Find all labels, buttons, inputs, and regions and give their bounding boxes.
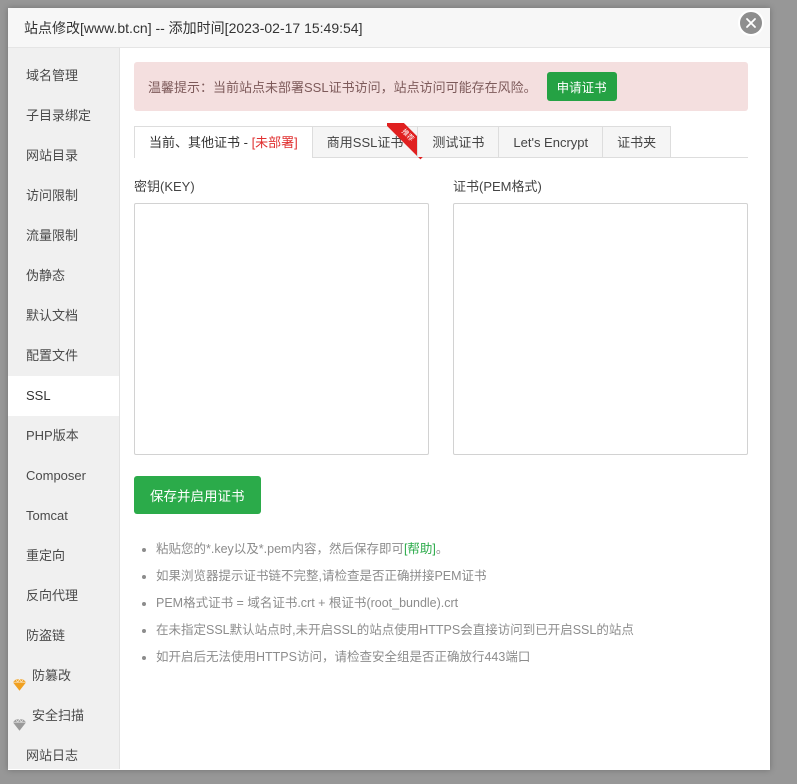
note-text: 如开启后无法使用HTTPS访问，请检查安全组是否正确放行443端口 bbox=[156, 650, 530, 664]
apply-certificate-button[interactable]: 申请证书 bbox=[547, 72, 617, 101]
help-link[interactable]: [帮助] bbox=[404, 542, 436, 556]
note-text: PEM格式证书 = 域名证书.crt + 根证书(root_bundle).cr… bbox=[156, 596, 458, 610]
sidebar-item-label: 防篡改 bbox=[32, 668, 71, 683]
cert-field-label: 证书(PEM格式) bbox=[453, 176, 748, 195]
page-title: 站点修改[www.bt.cn] -- 添加时间[2023-02-17 15:49… bbox=[24, 18, 362, 38]
tab-0[interactable]: 当前、其他证书 - [未部署] bbox=[134, 126, 313, 158]
tab-label: 商用SSL证书 bbox=[327, 135, 404, 150]
gem-icon bbox=[12, 709, 27, 724]
tab-status-badge: [未部署] bbox=[252, 135, 298, 150]
note-text: 如果浏览器提示证书链不完整,请检查是否正确拼接PEM证书 bbox=[156, 569, 487, 583]
sidebar-item-15[interactable]: 防篡改 bbox=[8, 656, 119, 696]
note-item: 粘贴您的*.key以及*.pem内容，然后保存即可[帮助]。 bbox=[156, 536, 748, 563]
sidebar-item-label: 网站日志 bbox=[26, 748, 78, 763]
certificate-fields: 密钥(KEY) 证书(PEM格式) bbox=[134, 176, 748, 458]
sidebar-item-label: 网站目录 bbox=[26, 148, 78, 163]
sidebar-item-label: 防盗链 bbox=[26, 628, 65, 643]
sidebar: 域名管理子目录绑定网站目录访问限制流量限制伪静态默认文档配置文件 SSL PHP版本… bbox=[8, 48, 120, 769]
sidebar-item-label: PHP版本 bbox=[26, 428, 79, 443]
note-text: 粘贴您的*.key以及*.pem内容，然后保存即可 bbox=[156, 542, 404, 556]
sidebar-item-14[interactable]: 防盗链 bbox=[8, 616, 119, 656]
note-item: 如开启后无法使用HTTPS访问，请检查安全组是否正确放行443端口 bbox=[156, 644, 748, 671]
note-text: 在未指定SSL默认站点时,未开启SSL的站点使用HTTPS会直接访问到已开启SS… bbox=[156, 623, 634, 637]
sidebar-item-label: 访问限制 bbox=[26, 188, 78, 203]
sidebar-item-label: 流量限制 bbox=[26, 228, 78, 243]
key-input[interactable] bbox=[134, 203, 429, 455]
key-field-group: 密钥(KEY) bbox=[134, 176, 429, 458]
sidebar-item-7[interactable]: 配置文件 bbox=[8, 336, 119, 376]
sidebar-item-0[interactable]: 域名管理 bbox=[8, 56, 119, 96]
sidebar-item-label: SSL bbox=[26, 388, 51, 403]
sidebar-item-1[interactable]: 子目录绑定 bbox=[8, 96, 119, 136]
sidebar-item-label: 子目录绑定 bbox=[26, 108, 91, 123]
sidebar-item-label: Tomcat bbox=[26, 508, 68, 523]
sidebar-item-label: 伪静态 bbox=[26, 268, 65, 283]
sidebar-item-2[interactable]: 网站目录 bbox=[8, 136, 119, 176]
tab-label: 当前、其他证书 - bbox=[149, 135, 252, 150]
dialog-header: 站点修改[www.bt.cn] -- 添加时间[2023-02-17 15:49… bbox=[8, 8, 770, 48]
sidebar-item-5[interactable]: 伪静态 bbox=[8, 256, 119, 296]
note-text-tail: 。 bbox=[436, 542, 449, 556]
gem-icon bbox=[12, 669, 27, 684]
cert-field-group: 证书(PEM格式) bbox=[453, 176, 748, 458]
sidebar-item-9[interactable]: PHP版本 bbox=[8, 416, 119, 456]
sidebar-item-12[interactable]: 重定向 bbox=[8, 536, 119, 576]
certificate-tabs: 当前、其他证书 - [未部署]商用SSL证书推荐测试证书Let's Encryp… bbox=[134, 125, 748, 158]
notes-list: 粘贴您的*.key以及*.pem内容，然后保存即可[帮助]。如果浏览器提示证书链… bbox=[134, 536, 748, 671]
ssl-warning-text: 温馨提示：当前站点未部署SSL证书访问，站点访问可能存在风险。 bbox=[148, 77, 537, 96]
tab-label: 证书夹 bbox=[617, 135, 656, 150]
ssl-warning-banner: 温馨提示：当前站点未部署SSL证书访问，站点访问可能存在风险。 申请证书 bbox=[134, 62, 748, 111]
key-field-label: 密钥(KEY) bbox=[134, 176, 429, 195]
sidebar-item-label: 安全扫描 bbox=[32, 708, 84, 723]
sidebar-item-17[interactable]: 网站日志 bbox=[8, 736, 119, 770]
save-and-enable-certificate-button[interactable]: 保存并启用证书 bbox=[134, 476, 261, 514]
close-icon[interactable] bbox=[738, 10, 764, 36]
sidebar-item-13[interactable]: 反向代理 bbox=[8, 576, 119, 616]
sidebar-item-label: 域名管理 bbox=[26, 68, 78, 83]
certificate-input[interactable] bbox=[453, 203, 748, 455]
sidebar-item-10[interactable]: Composer bbox=[8, 456, 119, 496]
main-content: 温馨提示：当前站点未部署SSL证书访问，站点访问可能存在风险。 申请证书 当前、… bbox=[120, 48, 770, 769]
note-item: 在未指定SSL默认站点时,未开启SSL的站点使用HTTPS会直接访问到已开启SS… bbox=[156, 617, 748, 644]
sidebar-item-3[interactable]: 访问限制 bbox=[8, 176, 119, 216]
tab-label: 测试证书 bbox=[432, 135, 484, 150]
tab-2[interactable]: 测试证书 bbox=[417, 126, 499, 157]
tab-1[interactable]: 商用SSL证书推荐 bbox=[312, 126, 419, 157]
sidebar-item-6[interactable]: 默认文档 bbox=[8, 296, 119, 336]
tab-4[interactable]: 证书夹 bbox=[602, 126, 671, 157]
note-item: 如果浏览器提示证书链不完整,请检查是否正确拼接PEM证书 bbox=[156, 563, 748, 590]
sidebar-item-8[interactable]: SSL bbox=[8, 376, 119, 416]
sidebar-item-label: 重定向 bbox=[26, 548, 65, 563]
tab-3[interactable]: Let's Encrypt bbox=[498, 126, 603, 157]
tab-label: Let's Encrypt bbox=[513, 135, 588, 150]
dialog-body: 域名管理子目录绑定网站目录访问限制流量限制伪静态默认文档配置文件 SSL PHP版本… bbox=[8, 48, 770, 769]
sidebar-item-16[interactable]: 安全扫描 bbox=[8, 696, 119, 736]
sidebar-item-4[interactable]: 流量限制 bbox=[8, 216, 119, 256]
sidebar-item-label: 配置文件 bbox=[26, 348, 78, 363]
sidebar-item-11[interactable]: Tomcat bbox=[8, 496, 119, 536]
sidebar-item-label: 默认文档 bbox=[26, 308, 78, 323]
site-edit-dialog: 站点修改[www.bt.cn] -- 添加时间[2023-02-17 15:49… bbox=[8, 8, 770, 770]
sidebar-item-label: 反向代理 bbox=[26, 588, 78, 603]
sidebar-item-label: Composer bbox=[26, 468, 86, 483]
note-item: PEM格式证书 = 域名证书.crt + 根证书(root_bundle).cr… bbox=[156, 590, 748, 617]
